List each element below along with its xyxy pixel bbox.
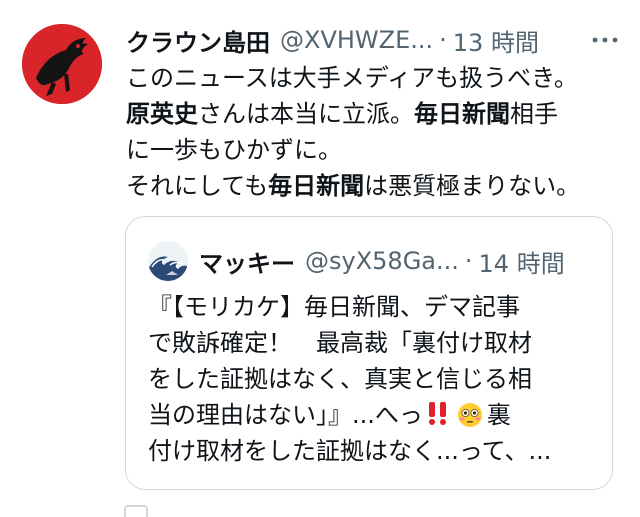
quoted-line: 当の理由はない」』...へっ 裏 bbox=[148, 397, 598, 433]
tweet-line: このニュースは大手メディアも扱うべき。 bbox=[126, 60, 626, 96]
text-segment: で敗訴確定！ 最高裁「裏付け取材 bbox=[148, 329, 532, 357]
text-segment: このニュースは大手メディアも扱うべき。 bbox=[126, 64, 578, 92]
double-exclamation-emoji-icon bbox=[428, 402, 446, 425]
text-segment: をした証拠はなく、真実と信じる相 bbox=[148, 365, 532, 393]
tweet-line: 原英史さんは本当に立派。毎日新聞相手 bbox=[126, 96, 626, 132]
quoted-line: 付け取材をした証拠はなく...って、... bbox=[148, 433, 598, 469]
text-segment: それにしても bbox=[126, 172, 269, 200]
tweet-line: に一歩もひかずに。 bbox=[126, 132, 626, 168]
text-segment: に一歩もひかずに。 bbox=[126, 136, 342, 164]
flushed-face-emoji-icon bbox=[457, 403, 482, 427]
text-segment: 付け取材をした証拠はなく...って、... bbox=[148, 437, 552, 465]
author-name[interactable]: クラウン島田 bbox=[126, 23, 270, 58]
author-handle[interactable]: @XVHWZE... bbox=[280, 26, 433, 54]
text-segment: 相手 bbox=[510, 100, 558, 128]
tweet-line: それにしても毎日新聞は悪質極まりない。 bbox=[126, 168, 626, 204]
text-segment: 裏 bbox=[486, 401, 511, 429]
bold-text-segment: 原英史 bbox=[126, 100, 198, 128]
quoted-tweet-card[interactable]: マッキー @syX58Ga... · 14 時間 『【モリカケ】毎日新聞、デマ記… bbox=[125, 216, 613, 490]
more-horizontal-icon[interactable] bbox=[590, 28, 620, 52]
bold-text-segment: 毎日新聞 bbox=[414, 100, 510, 128]
quoted-author-name: マッキー bbox=[199, 249, 295, 278]
crow-avatar-image bbox=[22, 24, 102, 104]
quoted-line: で敗訴確定！ 最高裁「裏付け取材 bbox=[148, 325, 598, 361]
text-segment: は悪質極まりない。 bbox=[364, 172, 581, 200]
quoted-author-avatar[interactable] bbox=[148, 241, 188, 281]
tweet-header: クラウン島田 @XVHWZE... · 13 時間 bbox=[126, 22, 620, 58]
quoted-line: 『【モリカケ】毎日新聞、デマ記事 bbox=[148, 289, 598, 325]
tweet-body: このニュースは大手メディアも扱うべき。 原英史さんは本当に立派。毎日新聞相手 に… bbox=[126, 60, 626, 204]
separator-dot: · bbox=[439, 26, 447, 54]
quoted-line: をした証拠はなく、真実と信じる相 bbox=[148, 361, 598, 397]
wave-avatar-image bbox=[148, 241, 188, 281]
separator-dot: · bbox=[464, 247, 473, 275]
quoted-tweet-header: マッキー @syX58Ga... · 14 時間 bbox=[199, 243, 592, 279]
quoted-author-handle: @syX58Ga... bbox=[305, 247, 459, 275]
next-action-icon bbox=[124, 505, 148, 517]
tweet-timestamp[interactable]: 13 時間 bbox=[453, 23, 539, 58]
author-avatar[interactable] bbox=[22, 24, 102, 104]
text-segment: さんは本当に立派。 bbox=[198, 100, 414, 128]
text-segment: 『【モリカケ】毎日新聞、デマ記事 bbox=[148, 293, 520, 321]
bold-text-segment: 毎日新聞 bbox=[268, 172, 365, 200]
quoted-tweet-body: 『【モリカケ】毎日新聞、デマ記事 で敗訴確定！ 最高裁「裏付け取材 をした証拠は… bbox=[148, 289, 598, 469]
text-segment: 当の理由はない」』...へっ bbox=[148, 401, 423, 429]
quoted-tweet-timestamp: 14 時間 bbox=[478, 249, 565, 278]
